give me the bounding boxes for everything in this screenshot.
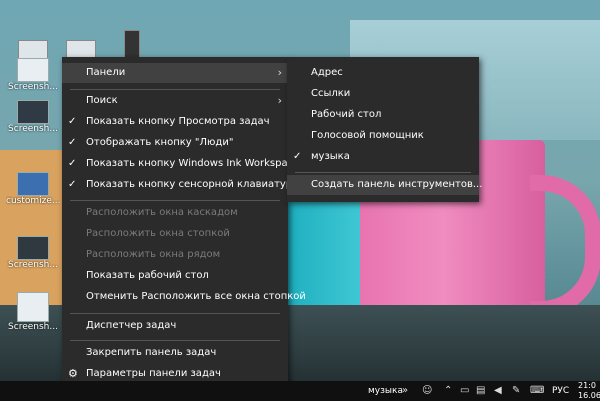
clock[interactable]: 21:0 16.06.2 (578, 381, 600, 401)
menu-item-label: Показать кнопку сенсорной клавиатуры (86, 179, 301, 190)
ink-workspace-icon[interactable]: ✎ (512, 381, 520, 401)
menu-item-label: Показать кнопку Просмотра задач (86, 116, 270, 127)
checkmark-icon: ✓ (68, 116, 77, 127)
menu-item-label: Диспетчер задач (86, 320, 177, 331)
keyboard-icon[interactable]: ⌨ (530, 381, 544, 401)
menu-item-show-people[interactable]: ✓ Отображать кнопку "Люди" (62, 133, 288, 153)
file-thumbnail-icon (17, 172, 49, 196)
desktop-icon[interactable]: Screensh... (6, 292, 60, 332)
checkmark-icon: ✓ (68, 179, 77, 190)
desktop-icon[interactable]: Screensh... (6, 236, 60, 270)
menu-item-label: музыка (311, 151, 350, 162)
submenu-item-desktop[interactable]: Рабочий стол (287, 105, 479, 125)
desktop-thumbnail[interactable] (124, 30, 140, 60)
menu-item-undo-stacked[interactable]: Отменить Расположить все окна стопкой (62, 287, 306, 307)
clock-time: 21:0 (578, 381, 596, 390)
people-icon[interactable]: ☺ (422, 381, 432, 401)
language-indicator[interactable]: РУС (552, 381, 569, 401)
menu-item-label: Адрес (311, 67, 343, 78)
menu-item-label: Отменить Расположить все окна стопкой (86, 291, 306, 302)
menu-item-lock-taskbar[interactable]: Закрепить панель задач (62, 343, 288, 363)
menu-item-label: Расположить окна стопкой (86, 228, 230, 239)
menu-separator (70, 340, 280, 341)
checkmark-icon: ✓ (68, 137, 77, 148)
menu-separator (295, 172, 471, 173)
menu-item-label: Рабочий стол (311, 109, 382, 120)
menu-item-toolbars[interactable]: Панели › (62, 63, 288, 83)
menu-item-show-keyboard[interactable]: ✓ Показать кнопку сенсорной клавиатуры (62, 175, 300, 195)
checkmark-icon: ✓ (293, 151, 302, 162)
menu-separator (70, 200, 280, 201)
menu-item-label: Показать кнопку Windows Ink Workspace (86, 158, 300, 169)
chevron-right-icon: › (277, 94, 282, 107)
desktop-icon-label: Screensh... (8, 82, 58, 92)
tray-app-icon[interactable]: ▭ (460, 381, 469, 401)
menu-item-label: Ссылки (311, 88, 351, 99)
menu-item-task-manager[interactable]: Диспетчер задач (62, 316, 288, 336)
clock-date: 16.06.2 (578, 391, 600, 400)
chevron-right-icon: › (277, 66, 282, 79)
menu-item-stacked: Расположить окна стопкой (62, 224, 288, 244)
submenu-item-links[interactable]: Ссылки (287, 84, 479, 104)
desktop-thumbnail[interactable] (18, 40, 48, 60)
desktop-icon[interactable]: customize... (6, 172, 60, 206)
menu-item-label: Создать панель инструментов... (311, 179, 483, 190)
desktop-icon[interactable]: Screensh... (6, 58, 60, 92)
menu-item-label: Поиск (86, 95, 118, 106)
menu-item-label: Панели (86, 67, 126, 78)
submenu-item-voice[interactable]: Голосовой помощник (287, 126, 479, 146)
checkmark-icon: ✓ (68, 158, 77, 169)
volume-icon[interactable]: ◀ (494, 381, 502, 401)
menu-item-cascade: Расположить окна каскадом (62, 203, 288, 223)
desktop-icon[interactable]: Screensh... (6, 100, 60, 134)
taskbar-context-menu: Панели › Поиск › ✓ Показать кнопку Просм… (62, 57, 306, 391)
menu-item-label: Расположить окна каскадом (86, 207, 238, 218)
submenu-item-music[interactable]: ✓ музыка (287, 147, 479, 167)
desktop-icon-label: Screensh... (8, 260, 58, 270)
menu-item-label: Отображать кнопку "Люди" (86, 137, 234, 148)
file-thumbnail-icon (17, 58, 49, 82)
file-thumbnail-icon (17, 292, 49, 322)
chevron-up-icon[interactable]: ⌃ (444, 381, 452, 401)
menu-item-label: Закрепить панель задач (86, 347, 217, 358)
menu-item-label: Параметры панели задач (86, 368, 221, 379)
menu-item-show-ink[interactable]: ✓ Показать кнопку Windows Ink Workspace (62, 154, 299, 174)
menu-item-show-desktop[interactable]: Показать рабочий стол (62, 266, 288, 286)
desktop-icon-label: customize... (6, 196, 60, 206)
file-thumbnail-icon (17, 100, 49, 124)
background-cup-handle (530, 175, 600, 317)
music-toolbar[interactable]: музыка (368, 381, 403, 401)
desktop-icon-label: Screensh... (8, 124, 58, 134)
menu-separator (70, 313, 280, 314)
menu-item-side-by-side: Расположить окна рядом (62, 245, 288, 265)
submenu-item-address[interactable]: Адрес (287, 63, 479, 83)
menu-item-search[interactable]: Поиск › (62, 91, 288, 111)
taskbar[interactable]: музыка » ☺ ⌃ ▭ ▤ ◀ ✎ ⌨ РУС 21:0 16.06.2 (0, 381, 600, 401)
file-thumbnail-icon (17, 236, 49, 260)
menu-separator (70, 89, 280, 90)
menu-item-label: Показать рабочий стол (86, 270, 209, 281)
menu-item-label: Расположить окна рядом (86, 249, 221, 260)
submenu-item-new-toolbar[interactable]: Создать панель инструментов... (287, 175, 483, 195)
toolbar-chevron-icon[interactable]: » (402, 381, 408, 401)
desktop-icon-label: Screensh... (8, 322, 58, 332)
toolbars-submenu: Адрес Ссылки Рабочий стол Голосовой помо… (287, 57, 483, 202)
network-icon[interactable]: ▤ (476, 381, 485, 401)
menu-item-label: Голосовой помощник (311, 130, 424, 141)
menu-item-show-task-view[interactable]: ✓ Показать кнопку Просмотра задач (62, 112, 288, 132)
